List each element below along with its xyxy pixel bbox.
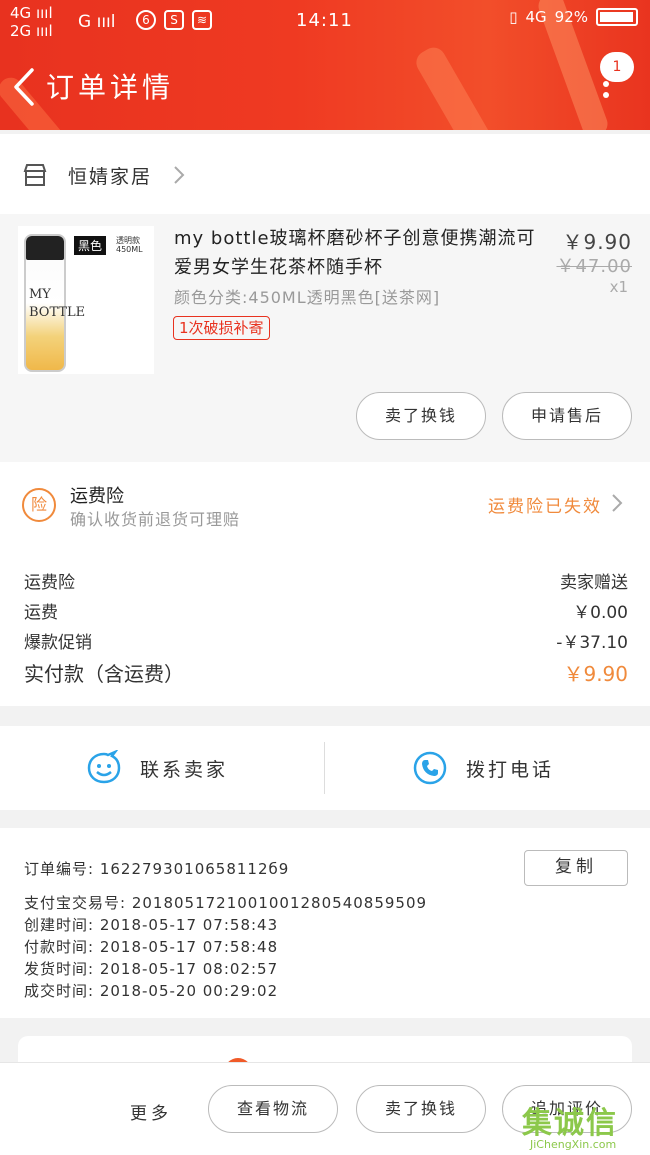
shop-row[interactable]: 恒婧家居 (0, 134, 650, 214)
network-label: 4G (525, 8, 547, 26)
service-tag: 1次破损补寄 (173, 316, 270, 340)
shop-name: 恒婧家居 (68, 166, 153, 188)
bottle-image: MY BOTTLE (24, 234, 85, 372)
header: 订单详情 (0, 46, 650, 130)
top-bar: 4G ıııl 2G ıııl G ıııl 6 S ≋ 14:11 ▯ 4G … (0, 0, 650, 130)
battery-percent: 92% (554, 8, 588, 26)
chat-smile-icon (87, 750, 121, 784)
product-thumbnail[interactable]: MY BOTTLE 黑色 透明款 450ML (18, 226, 154, 374)
clock: 14:11 (296, 10, 353, 31)
original-price: ￥47.00 (556, 256, 632, 277)
product-quantity: x1 (609, 278, 628, 296)
fee-section: 险 运费险 确认收货前退货可理赔 运费险已失效 运费险 卖家赠送 运费 ￥0.00 … (0, 462, 650, 706)
product-price: ￥9.90 (562, 230, 632, 254)
created-time: 创建时间: 2018-05-17 07:58:43 (24, 916, 279, 934)
order-info-section: 订单编号: 1622793010658112б9 复制 支付宝交易号: 2018… (0, 828, 650, 1018)
phone-icon (413, 751, 447, 785)
resell-bottom-button[interactable]: 卖了换钱 (356, 1085, 486, 1133)
product-sku: 颜色分类:450ML透明黑色[送茶网] (174, 288, 441, 307)
signal-1: 4G ıııl 2G ıııl (10, 4, 53, 40)
page-title: 订单详情 (46, 71, 175, 104)
closed-time: 成交时间: 2018-05-20 00:29:02 (24, 982, 279, 1000)
watermark-logo: 集诚信 JiChengXin.com (522, 1106, 618, 1151)
paid-time: 付款时间: 2018-05-17 07:58:48 (24, 938, 279, 956)
alipay-number: 支付宝交易号: 2018051721001001280540859509 (24, 894, 428, 912)
copy-button[interactable]: 复制 (524, 850, 628, 886)
insurance-icon: 险 (22, 488, 56, 522)
order-number: 订单编号: 1622793010658112б9 (24, 860, 290, 878)
notification-icons: 6 S ≋ (136, 10, 212, 30)
battery-icon (596, 8, 638, 26)
shop-icon (23, 164, 47, 186)
divider (324, 742, 325, 794)
insurance-title: 运费险 (70, 486, 124, 507)
insurance-status[interactable]: 运费险已失效 (488, 492, 602, 517)
call-phone-button[interactable]: 拨打电话 (412, 726, 554, 810)
total-label: 实付款（含运费） (24, 662, 184, 686)
more-button[interactable]: 更多 (130, 1099, 172, 1124)
contact-bar: 联系卖家 拨打电话 (0, 726, 650, 810)
more-menu-icon[interactable] (596, 70, 616, 110)
contact-seller-button[interactable]: 联系卖家 (86, 726, 228, 810)
product-item: MY BOTTLE 黑色 透明款 450ML my bottle玻璃杯磨砂杯子创… (0, 214, 650, 462)
app-notify-icon: 6 (136, 10, 156, 30)
total-value: ￥9.90 (563, 662, 628, 686)
app-s-icon: S (164, 10, 184, 30)
fee-row-promotion: 爆款促销 -￥37.10 (24, 633, 628, 653)
product-title[interactable]: my bottle玻璃杯磨砂杯子创意便携潮流可爱男女学生花茶杯随手杯 (174, 224, 536, 282)
fee-row-insurance: 运费险 卖家赠送 (24, 573, 628, 593)
app-c-icon: ≋ (192, 10, 212, 30)
total-paid-row: 实付款（含运费） ￥9.90 (24, 658, 628, 687)
thumb-size-tag: 透明款 450ML (116, 236, 143, 254)
view-logistics-button[interactable]: 查看物流 (208, 1085, 338, 1133)
status-bar: 4G ıııl 2G ıııl G ıııl 6 S ≋ 14:11 ▯ 4G … (0, 0, 650, 44)
vibrate-icon: ▯ (509, 8, 518, 26)
shipped-time: 发货时间: 2018-05-17 08:02:57 (24, 960, 279, 978)
back-icon[interactable] (8, 62, 48, 112)
resell-button[interactable]: 卖了换钱 (356, 392, 486, 440)
after-sale-button[interactable]: 申请售后 (502, 392, 632, 440)
status-right: ▯ 4G 92% (509, 8, 638, 26)
chevron-right-icon (174, 166, 185, 184)
chevron-right-icon (612, 494, 623, 512)
fee-row-shipping: 运费 ￥0.00 (24, 603, 628, 623)
signal-2: G ıııl (78, 12, 116, 32)
thumb-color-tag: 黑色 (74, 236, 107, 255)
insurance-subtitle: 确认收货前退货可理赔 (70, 510, 241, 529)
